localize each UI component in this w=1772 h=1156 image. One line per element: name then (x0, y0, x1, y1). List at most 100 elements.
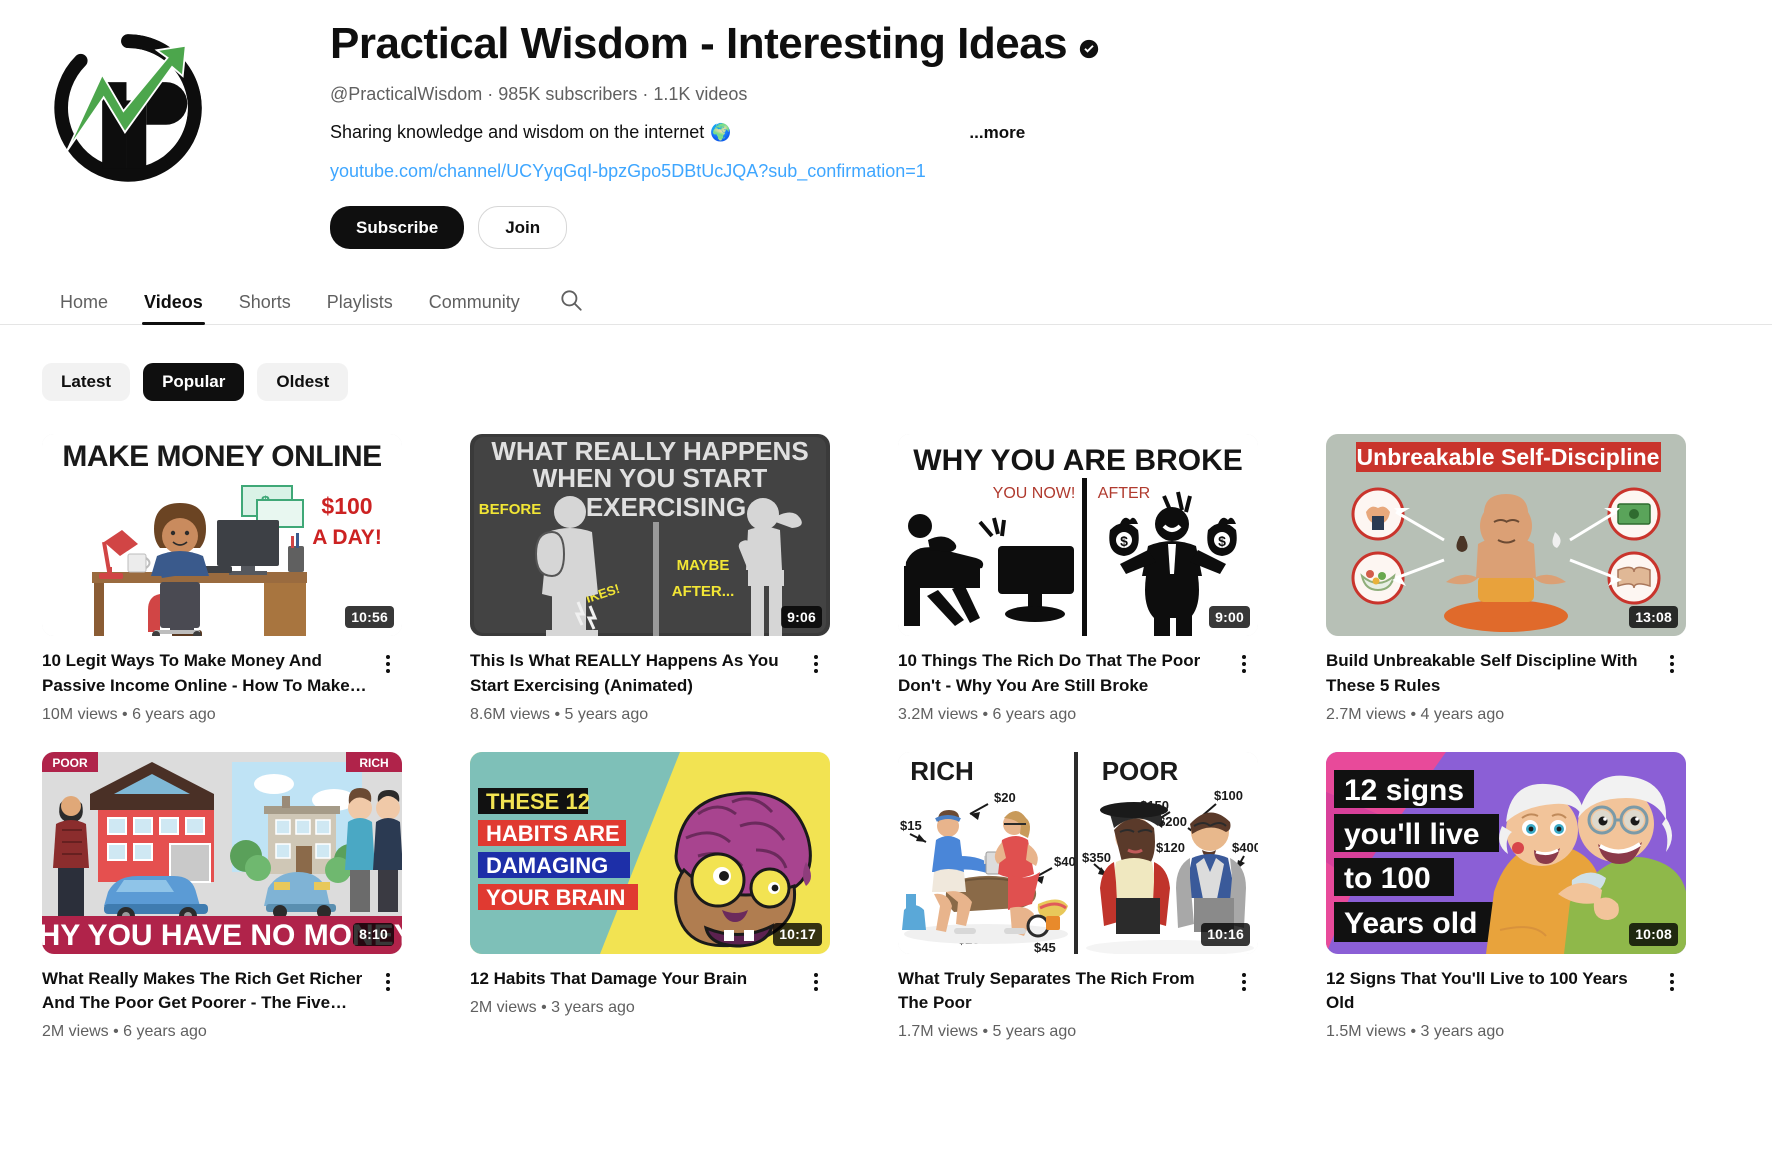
svg-text:MAKE MONEY ONLINE: MAKE MONEY ONLINE (62, 440, 381, 473)
thumb-rich-vs-poor[interactable]: RICH POOR $20 $15 $40 $25 $45 $150 $100 … (898, 751, 1258, 954)
svg-text:$: $ (1218, 533, 1226, 549)
svg-text:HABITS ARE: HABITS ARE (486, 821, 620, 846)
more-button[interactable]: ...more (969, 123, 1025, 143)
video-duration: 10:08 (1629, 922, 1678, 946)
video-duration: 10:17 (773, 922, 822, 946)
video-title[interactable]: 10 Things The Rich Do That The Poor Don'… (898, 649, 1224, 697)
video-duration: 8:10 (353, 922, 394, 946)
channel-info: Practical Wisdom - Interesting Ideas @Pr… (222, 18, 1772, 250)
svg-text:THESE 12: THESE 12 (486, 789, 590, 814)
video-stats: 8.6M views • 5 years ago (470, 705, 649, 723)
video-card: WHAT REALLY HAPPENS WHEN YOU START EXERC… (470, 434, 830, 723)
svg-text:$20: $20 (994, 790, 1016, 805)
video-title[interactable]: 12 Signs That You'll Live to 100 Years O… (1326, 967, 1652, 1015)
video-card-body: 10 Things The Rich Do That The Poor Don'… (898, 649, 1258, 723)
svg-text:$400: $400 (1232, 840, 1258, 855)
video-card: 12 signs you'll live to 100 Years old 10… (1326, 751, 1686, 1041)
video-text: 12 Signs That You'll Live to 100 Years O… (1326, 967, 1658, 1041)
svg-text:WHY YOU ARE BROKE: WHY YOU ARE BROKE (913, 444, 1243, 477)
channel-title-row: Practical Wisdom - Interesting Ideas (330, 19, 1772, 68)
video-text: This Is What REALLY Happens As You Start… (470, 649, 802, 723)
chip-oldest[interactable]: Oldest (257, 363, 349, 402)
svg-text:AFTER: AFTER (1098, 485, 1150, 502)
subscribe-button[interactable]: Subscribe (330, 206, 465, 250)
channel-action-row: Subscribe Join (330, 206, 1772, 250)
video-title[interactable]: Build Unbreakable Self Discipline With T… (1326, 649, 1652, 697)
thumb-why-you-are-broke[interactable]: WHY YOU ARE BROKE YOU NOW! AFTER $ $ 9:0… (898, 434, 1258, 637)
chip-popular[interactable]: Popular (143, 363, 245, 402)
video-card-body: 12 Signs That You'll Live to 100 Years O… (1326, 967, 1686, 1041)
channel-avatar[interactable] (52, 32, 204, 184)
video-stats: 2.7M views • 4 years ago (1326, 705, 1505, 723)
video-stats: 2M views • 3 years ago (470, 998, 635, 1016)
three-dot-menu-icon[interactable] (1230, 968, 1258, 996)
video-stats: 1.7M views • 5 years ago (898, 1022, 1077, 1040)
svg-text:you'll live: you'll live (1344, 818, 1480, 851)
thumb-why-you-have-no-money[interactable]: POOR RICH HY YOU HAVE NO 8:10 (42, 751, 402, 954)
tab-videos[interactable]: Videos (126, 293, 221, 326)
video-stats: 3.2M views • 6 years ago (898, 705, 1077, 723)
video-duration: 9:00 (1209, 605, 1250, 629)
chip-latest[interactable]: Latest (42, 363, 131, 402)
globe-emoji-icon: 🌍 (710, 123, 732, 143)
svg-text:$: $ (1120, 533, 1128, 549)
svg-text:$120: $120 (1156, 840, 1185, 855)
tab-shorts[interactable]: Shorts (221, 293, 309, 324)
tab-playlists[interactable]: Playlists (309, 293, 411, 324)
svg-text:AFTER...: AFTER... (672, 583, 735, 600)
video-card-body: 12 Habits That Damage Your Brain 2M view… (470, 967, 830, 1017)
three-dot-menu-icon[interactable] (802, 650, 830, 678)
filter-chips: Latest Popular Oldest (0, 325, 1772, 402)
video-card-body: What Truly Separates The Rich From The P… (898, 967, 1258, 1041)
video-card: RICH POOR $20 $15 $40 $25 $45 $150 $100 … (898, 751, 1258, 1041)
video-title[interactable]: What Truly Separates The Rich From The P… (898, 967, 1224, 1015)
search-icon[interactable] (538, 287, 602, 324)
three-dot-menu-icon[interactable] (1230, 650, 1258, 678)
svg-text:POOR: POOR (1102, 756, 1179, 786)
thumb-unbreakable-self-discipline[interactable]: Unbreakable Self-Discipline 13:08 (1326, 434, 1686, 637)
three-dot-menu-icon[interactable] (1658, 650, 1686, 678)
channel-url-link[interactable]: youtube.com/channel/UCYyqGqI-bpzGpo5DBtU… (330, 161, 926, 182)
video-card: Unbreakable Self-Discipline 13:08 Build … (1326, 434, 1686, 723)
three-dot-menu-icon[interactable] (802, 968, 830, 996)
svg-text:to 100: to 100 (1344, 862, 1431, 895)
svg-text:MAYBE: MAYBE (677, 557, 730, 574)
video-text: Build Unbreakable Self Discipline With T… (1326, 649, 1658, 723)
video-text: 10 Legit Ways To Make Money And Passive … (42, 649, 374, 723)
thumb-start-exercising[interactable]: WHAT REALLY HAPPENS WHEN YOU START EXERC… (470, 434, 830, 637)
thumb-make-money-online[interactable]: MAKE MONEY ONLINE $100 A DAY! $ (42, 434, 402, 637)
svg-text:YOU NOW!: YOU NOW! (993, 485, 1076, 502)
video-stats: 10M views • 6 years ago (42, 705, 216, 723)
tab-home[interactable]: Home (42, 293, 126, 324)
video-title[interactable]: 10 Legit Ways To Make Money And Passive … (42, 649, 368, 697)
three-dot-menu-icon[interactable] (1658, 968, 1686, 996)
join-button[interactable]: Join (478, 206, 568, 250)
video-card-body: Build Unbreakable Self Discipline With T… (1326, 649, 1686, 723)
svg-text:$45: $45 (1034, 940, 1056, 954)
svg-text:Unbreakable Self-Discipline: Unbreakable Self-Discipline (1357, 444, 1660, 470)
svg-text:$100: $100 (321, 493, 372, 519)
svg-text:WHEN YOU START: WHEN YOU START (533, 463, 768, 493)
three-dot-menu-icon[interactable] (374, 968, 402, 996)
video-card: THESE 12 HABITS ARE DAMAGING YOUR BRAIN (470, 751, 830, 1041)
video-text: 12 Habits That Damage Your Brain 2M view… (470, 967, 802, 1017)
svg-text:RICH: RICH (910, 756, 974, 786)
avatar-wrap (52, 18, 222, 249)
svg-text:BEFORE: BEFORE (479, 501, 542, 518)
video-title[interactable]: What Really Makes The Rich Get Richer An… (42, 967, 368, 1015)
thumb-habits-damage-brain[interactable]: THESE 12 HABITS ARE DAMAGING YOUR BRAIN (470, 751, 830, 954)
video-title[interactable]: This Is What REALLY Happens As You Start… (470, 649, 796, 697)
video-title[interactable]: 12 Habits That Damage Your Brain (470, 967, 796, 991)
video-card: POOR RICH HY YOU HAVE NO 8:10 What Reall… (42, 751, 402, 1041)
three-dot-menu-icon[interactable] (374, 650, 402, 678)
svg-text:12 signs: 12 signs (1344, 774, 1464, 807)
channel-title: Practical Wisdom - Interesting Ideas (330, 19, 1068, 68)
video-duration: 13:08 (1629, 605, 1678, 629)
svg-text:$100: $100 (1214, 788, 1243, 803)
video-stats: 2M views • 6 years ago (42, 1022, 207, 1040)
video-text: What Truly Separates The Rich From The P… (898, 967, 1230, 1041)
thumb-live-to-100[interactable]: 12 signs you'll live to 100 Years old 10… (1326, 751, 1686, 954)
tab-community[interactable]: Community (411, 293, 538, 324)
svg-text:$40: $40 (1054, 854, 1076, 869)
verified-badge-icon (1079, 39, 1099, 59)
